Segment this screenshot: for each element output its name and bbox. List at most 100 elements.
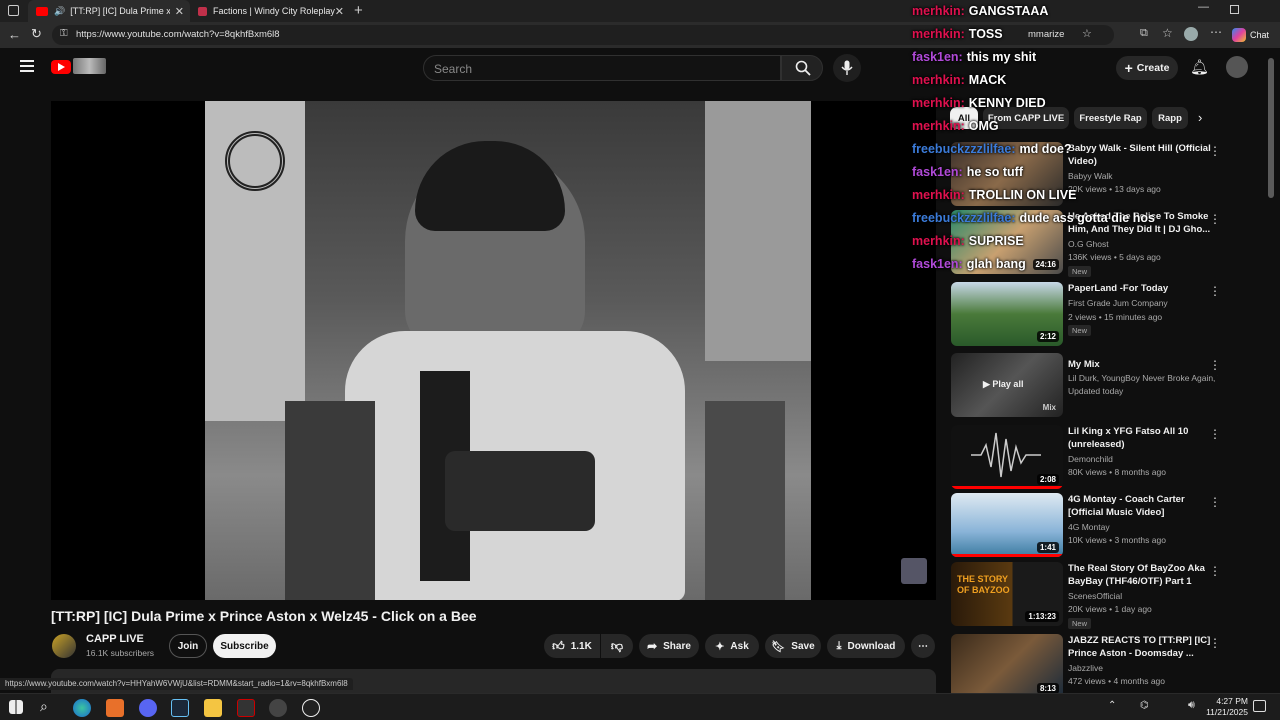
share-button[interactable]: ➦ Share (639, 634, 699, 658)
youtube-favicon-icon (36, 6, 48, 16)
video-thumbnail[interactable]: 2:12 (951, 282, 1063, 346)
chat-text: TOSS (968, 27, 1003, 41)
settings-icon[interactable] (269, 699, 287, 717)
dislike-button[interactable]: 👎︎ (601, 634, 633, 658)
recommendation-item[interactable]: 2:12 PaperLand -For Today First Grade Ju… (951, 282, 1251, 346)
search-icon[interactable]: ⌕ (40, 698, 48, 715)
new-tab-icon[interactable]: + (354, 2, 363, 19)
video-duration: 1:13:23 (1025, 611, 1059, 622)
account-avatar[interactable] (1226, 56, 1248, 78)
copilot-chat-button[interactable]: Chat (1232, 26, 1269, 44)
chip-rapp[interactable]: Rapp (1152, 107, 1188, 129)
recommendation-item[interactable]: ▶ Play all Mix My Mix Lil Durk, YoungBoy… (951, 353, 1251, 417)
create-button[interactable]: + Create (1116, 56, 1178, 80)
more-actions-button[interactable]: ⋯ (911, 634, 935, 658)
video-thumbnail[interactable]: ▶ Play all Mix (951, 353, 1063, 417)
chat-message: merhkin: OMG (912, 119, 999, 133)
edge-browser-icon[interactable] (73, 699, 91, 717)
chevron-right-icon[interactable]: › (1198, 110, 1202, 125)
chat-text: glah bang (966, 257, 1026, 271)
recommendation-item[interactable]: 8:13 JABZZ REACTS TO [TT:RP] [IC] Prince… (951, 634, 1251, 698)
recommendation-item[interactable]: 2:08 Lil King x YFG Fatso All 10 (unrele… (951, 425, 1251, 489)
url-text: https://www.youtube.com/watch?v=8qkhfBxm… (76, 29, 280, 40)
search-input[interactable]: Search (423, 55, 781, 81)
rec-meta: 80K views • 8 months ago (1068, 467, 1166, 477)
profile-avatar[interactable] (1184, 27, 1198, 41)
play-all-overlay[interactable]: ▶ Play all (983, 379, 1023, 390)
back-icon[interactable]: ← (8, 27, 21, 42)
tab-windy-city[interactable]: Factions | Windy City Roleplay ✕ (190, 0, 350, 22)
notification-center-icon[interactable] (1253, 700, 1266, 712)
network-icon[interactable]: ⌬ (1140, 700, 1149, 711)
steam-icon[interactable] (171, 699, 189, 717)
summarize-text[interactable]: mmarize (1028, 29, 1064, 40)
minimize-icon[interactable]: — (1198, 1, 1209, 13)
more-vert-icon[interactable]: ⋮ (1209, 358, 1221, 372)
chat-username: freebuckzzzlilfae: (912, 211, 1016, 225)
chat-username: merhkin: (912, 96, 965, 110)
media-player-icon[interactable] (302, 699, 320, 717)
more-vert-icon[interactable]: ⋮ (1209, 284, 1221, 298)
chat-username: merhkin: (912, 188, 965, 202)
discord-icon[interactable] (139, 699, 157, 717)
tab-youtube-video[interactable]: 🔊 [TT:RP] [IC] Dula Prime x Prin ✕ (28, 0, 190, 22)
ask-label: Ask (730, 640, 749, 652)
windows-start-icon[interactable] (9, 700, 23, 714)
tray-chevron-icon[interactable]: ⌃ (1108, 700, 1116, 711)
favorite-star-icon[interactable]: ☆ (1082, 27, 1092, 40)
close-tab-icon[interactable]: ✕ (175, 5, 184, 18)
channel-avatar[interactable] (52, 634, 76, 658)
more-vert-icon[interactable]: ⋮ (1209, 564, 1221, 578)
more-vert-icon[interactable]: ⋮ (1209, 427, 1221, 441)
favorites-icon[interactable]: ☆ (1162, 26, 1173, 40)
create-label: Create (1136, 62, 1170, 74)
volume-icon[interactable]: 🔊︎ (1188, 699, 1195, 712)
tab-actions-icon[interactable] (8, 5, 19, 16)
search-button[interactable] (781, 55, 823, 81)
youtube-logo[interactable] (51, 60, 71, 74)
notifications-bell-icon[interactable]: 🔔︎ (1190, 58, 1209, 76)
more-vert-icon[interactable]: ⋮ (1209, 144, 1221, 158)
more-vert-icon[interactable]: ⋮ (1209, 212, 1221, 226)
thumbs-up-icon: 👍︎ (552, 638, 565, 653)
system-clock[interactable]: 4:27 PM 11/21/2025 (1206, 696, 1248, 718)
video-thumbnail[interactable]: 2:08 (951, 425, 1063, 489)
chip-freestyle-rap[interactable]: Freestyle Rap (1074, 107, 1147, 129)
page-scrollbar[interactable] (1268, 58, 1274, 198)
save-button[interactable]: 🔖︎ Save (765, 634, 821, 658)
download-button[interactable]: ⤓ Download (827, 634, 905, 658)
recommendation-item[interactable]: 1:41 4G Montay - Coach Carter [Official … (951, 493, 1251, 557)
app-a-icon[interactable] (106, 699, 124, 717)
game-launcher-icon[interactable] (237, 699, 255, 717)
site-info-icon[interactable]: ⚿ (60, 28, 68, 39)
ask-button[interactable]: ✦ Ask (705, 634, 759, 658)
video-thumbnail[interactable]: THE STORY OF BAYZOO 1:13:23 (951, 562, 1063, 626)
extensions-icon[interactable]: ⧉ (1140, 27, 1148, 40)
channel-name[interactable]: CAPP LIVE (86, 633, 144, 645)
subscribe-button[interactable]: Subscribe (213, 634, 276, 658)
refresh-icon[interactable]: ↻ (31, 26, 42, 42)
video-player[interactable] (51, 101, 936, 600)
rec-title: My Mix (1068, 359, 1100, 370)
hamburger-menu-icon[interactable] (20, 60, 34, 72)
video-thumbnail[interactable]: 8:13 (951, 634, 1063, 698)
rec-title: PaperLand -For Today (1068, 283, 1169, 294)
join-button[interactable]: Join (169, 634, 207, 658)
more-vert-icon[interactable]: ⋮ (1209, 636, 1221, 650)
voice-search-button[interactable] (833, 54, 861, 82)
maximize-icon[interactable] (1230, 5, 1239, 14)
close-tab-icon[interactable]: ✕ (335, 5, 344, 18)
recommendation-item[interactable]: THE STORY OF BAYZOO 1:13:23 The Real Sto… (951, 562, 1251, 629)
chat-username: merhkin: (912, 119, 965, 133)
more-menu-icon[interactable]: ⋯ (1210, 25, 1222, 39)
rec-meta: 136K views • 5 days ago (1068, 252, 1161, 262)
tab-title: [TT:RP] [IC] Dula Prime x Prin (70, 6, 171, 16)
sound-icon[interactable]: 🔊 (54, 6, 65, 17)
file-explorer-icon[interactable] (204, 699, 222, 717)
doodle-logo-icon (73, 58, 106, 74)
more-vert-icon[interactable]: ⋮ (1209, 495, 1221, 509)
chat-message: merhkin: TOSS (912, 27, 1003, 41)
video-thumbnail[interactable]: 1:41 (951, 493, 1063, 557)
like-button[interactable]: 👍︎ 1.1K (544, 634, 600, 658)
plus-icon: + (1124, 60, 1133, 76)
